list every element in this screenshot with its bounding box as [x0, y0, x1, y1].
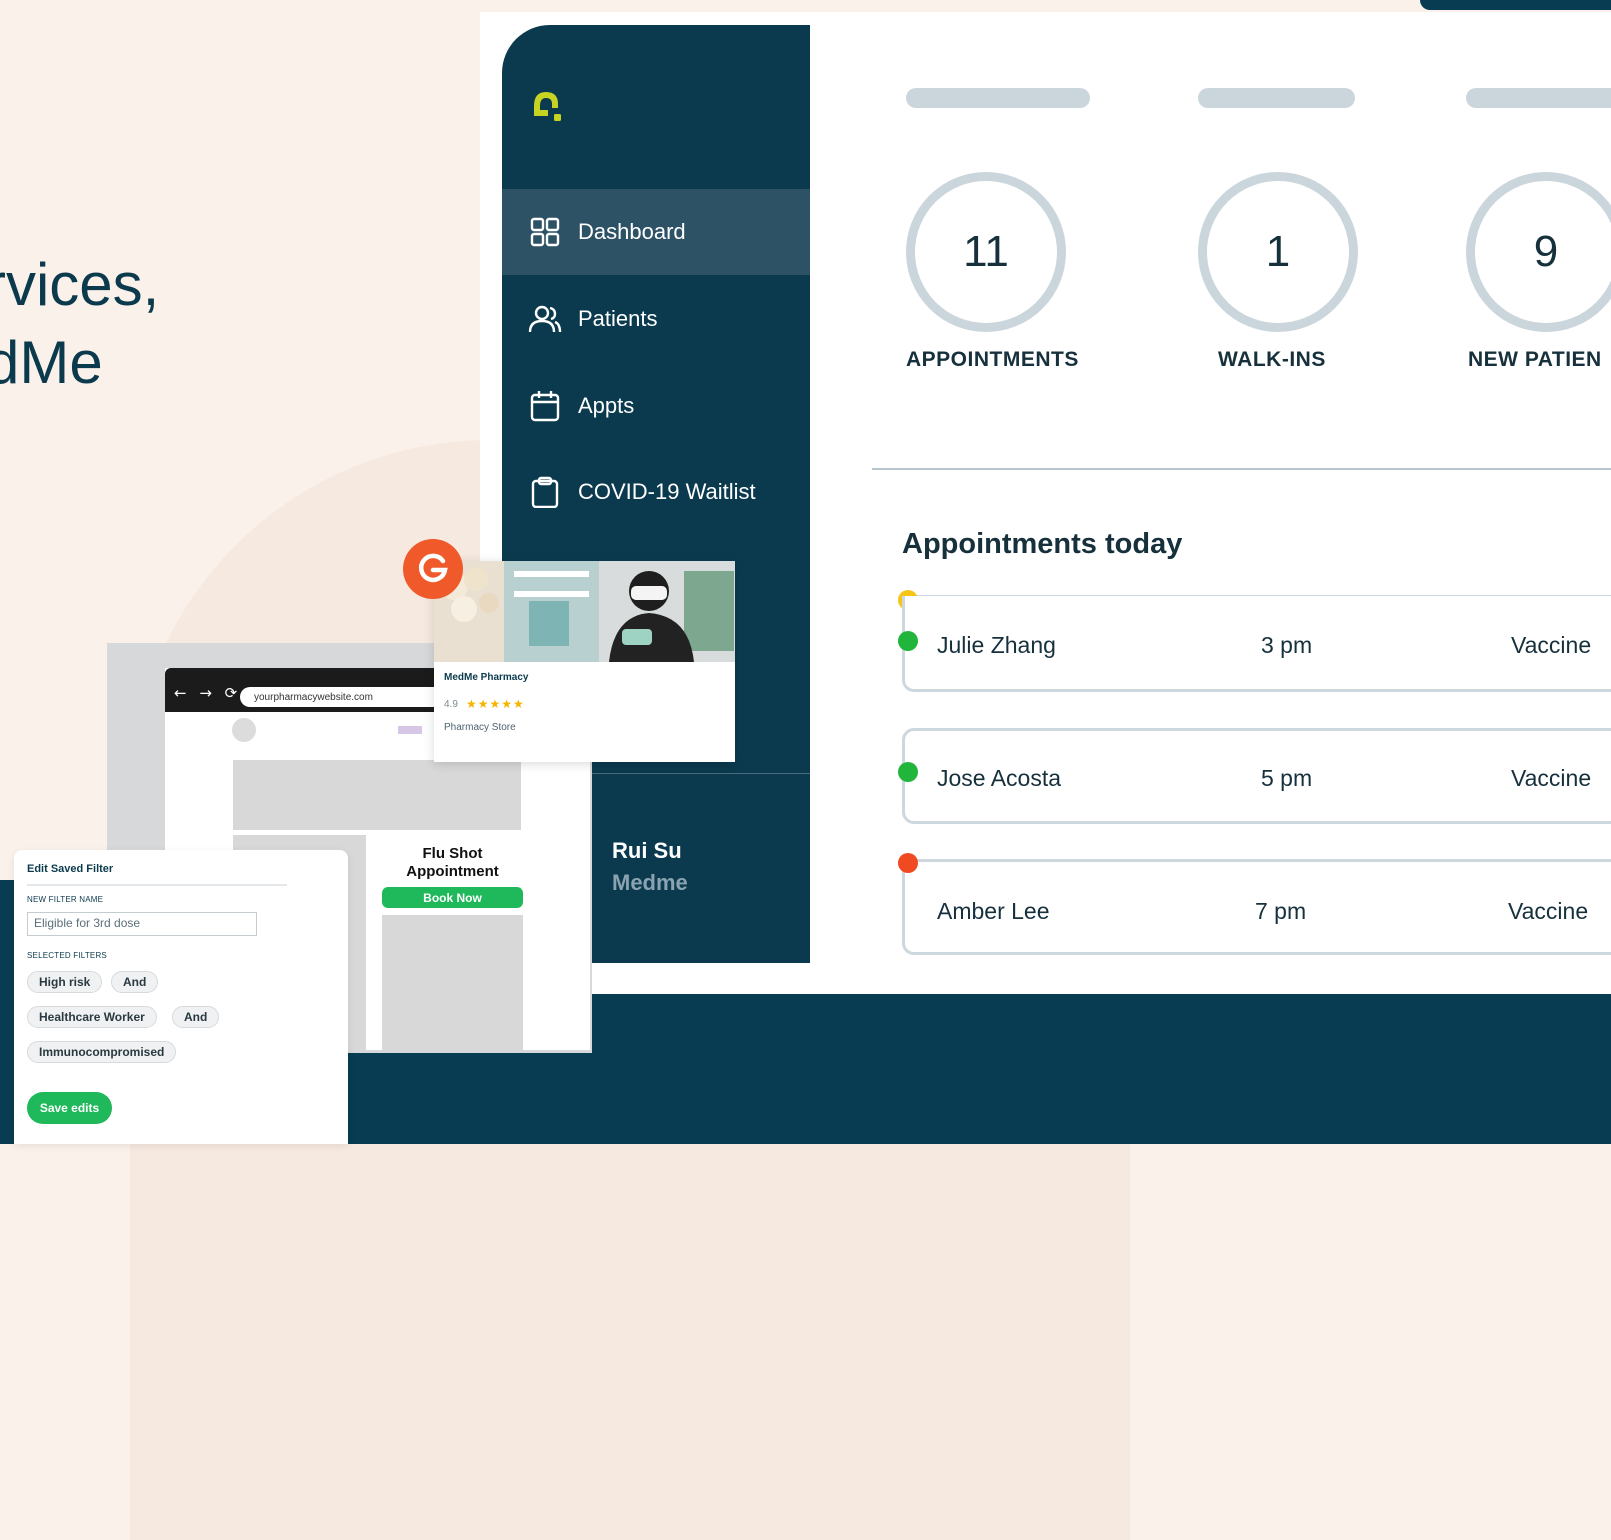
panel-divider — [27, 884, 287, 886]
patient-name: Jose Acosta — [937, 765, 1062, 791]
content-placeholder — [382, 915, 523, 1050]
star-rating-icons: ★★★★★ — [466, 697, 525, 711]
status-dot — [898, 631, 918, 651]
appointment-type: Vaccine — [1511, 632, 1592, 658]
sidebar-item-label: Patients — [578, 306, 658, 331]
browser-nav-icons[interactable]: ← → ⟳ — [174, 684, 241, 702]
stat-walkins-label: WALK-INS — [1218, 348, 1326, 371]
calendar-icon — [528, 389, 562, 423]
sidebar-item-dashboard[interactable]: Dashboard — [502, 189, 810, 275]
stat-header-placeholder — [906, 88, 1090, 108]
stat-appointments-label: APPOINTMENTS — [906, 348, 1079, 371]
filter-chip[interactable]: Immunocompromised — [27, 1041, 177, 1063]
sidebar-item-patients[interactable]: Patients — [502, 276, 810, 362]
widget-title: Flu Shot Appointment — [406, 845, 499, 880]
sidebar-item-label: Appts — [578, 393, 635, 418]
operator-chip[interactable]: And — [172, 1006, 220, 1028]
selected-filters-label: SELECTED FILTERS — [27, 951, 107, 960]
user-name[interactable]: Rui Su — [612, 838, 682, 864]
corner-accent — [1420, 0, 1611, 10]
content-placeholder — [233, 760, 521, 830]
sidebar-item-label: COVID-19 Waitlist — [578, 479, 756, 504]
url-bar[interactable]: yourpharmacywebsite.com — [240, 687, 445, 707]
stat-new-patients-label: NEW PATIEN — [1468, 348, 1602, 371]
appointment-row[interactable]: Jose Acosta 5 pm Vaccine — [902, 728, 1611, 824]
appointment-row[interactable]: Julie Zhang 3 pm Vaccine — [902, 596, 1611, 692]
appointment-time: 3 pm — [1261, 632, 1313, 658]
pharmacy-category: Pharmacy Store — [444, 722, 516, 733]
appointment-time: 5 pm — [1261, 765, 1313, 791]
stat-header-placeholder — [1466, 88, 1611, 108]
pharmacy-name: MedMe Pharmacy — [444, 672, 529, 683]
section-divider — [872, 468, 1611, 470]
google-g-icon — [403, 539, 463, 599]
rating-value: 4.9 — [444, 699, 458, 710]
filter-name-label: NEW FILTER NAME — [27, 895, 104, 904]
stat-header-placeholder — [1198, 88, 1355, 108]
save-edits-button[interactable]: Save edits — [27, 1092, 112, 1124]
filter-name-input[interactable]: Eligible for 3rd dose — [27, 912, 257, 936]
appointment-type: Vaccine — [1511, 765, 1592, 791]
grid-icon — [528, 215, 562, 249]
filter-chip[interactable]: Healthcare Worker — [27, 1006, 157, 1028]
users-icon — [528, 302, 562, 336]
status-dot — [898, 762, 918, 782]
sidebar-item-appts[interactable]: Appts — [502, 363, 810, 449]
clipboard-icon — [528, 475, 562, 509]
book-now-button[interactable]: Book Now — [382, 887, 523, 908]
site-nav-placeholder — [398, 726, 422, 734]
stat-appointments-value: 11 — [906, 172, 1066, 332]
patient-name: Julie Zhang — [937, 632, 1056, 658]
status-dot — [898, 853, 918, 873]
filter-chip[interactable]: High risk — [27, 971, 103, 993]
operator-chip[interactable]: And — [111, 971, 159, 993]
appointments-heading: Appointments today — [902, 528, 1183, 560]
user-organization: Medme — [612, 870, 688, 895]
hero-heading: rvices, dMe — [0, 251, 160, 396]
stat-walkins-value: 1 — [1198, 172, 1358, 332]
appointment-time: 7 pm — [1255, 898, 1307, 924]
appointment-row[interactable]: Amber Lee 7 pm Vaccine — [902, 859, 1611, 955]
sidebar-item-covid-waitlist[interactable]: COVID-19 Waitlist — [502, 449, 810, 535]
site-logo-placeholder — [232, 718, 256, 742]
pharmacy-photo — [434, 561, 735, 662]
medme-logo-icon[interactable] — [526, 86, 566, 126]
sidebar-item-label: Dashboard — [578, 219, 686, 244]
panel-title: Edit Saved Filter — [27, 863, 114, 875]
patient-name: Amber Lee — [937, 898, 1050, 924]
appointment-type: Vaccine — [1508, 898, 1589, 924]
